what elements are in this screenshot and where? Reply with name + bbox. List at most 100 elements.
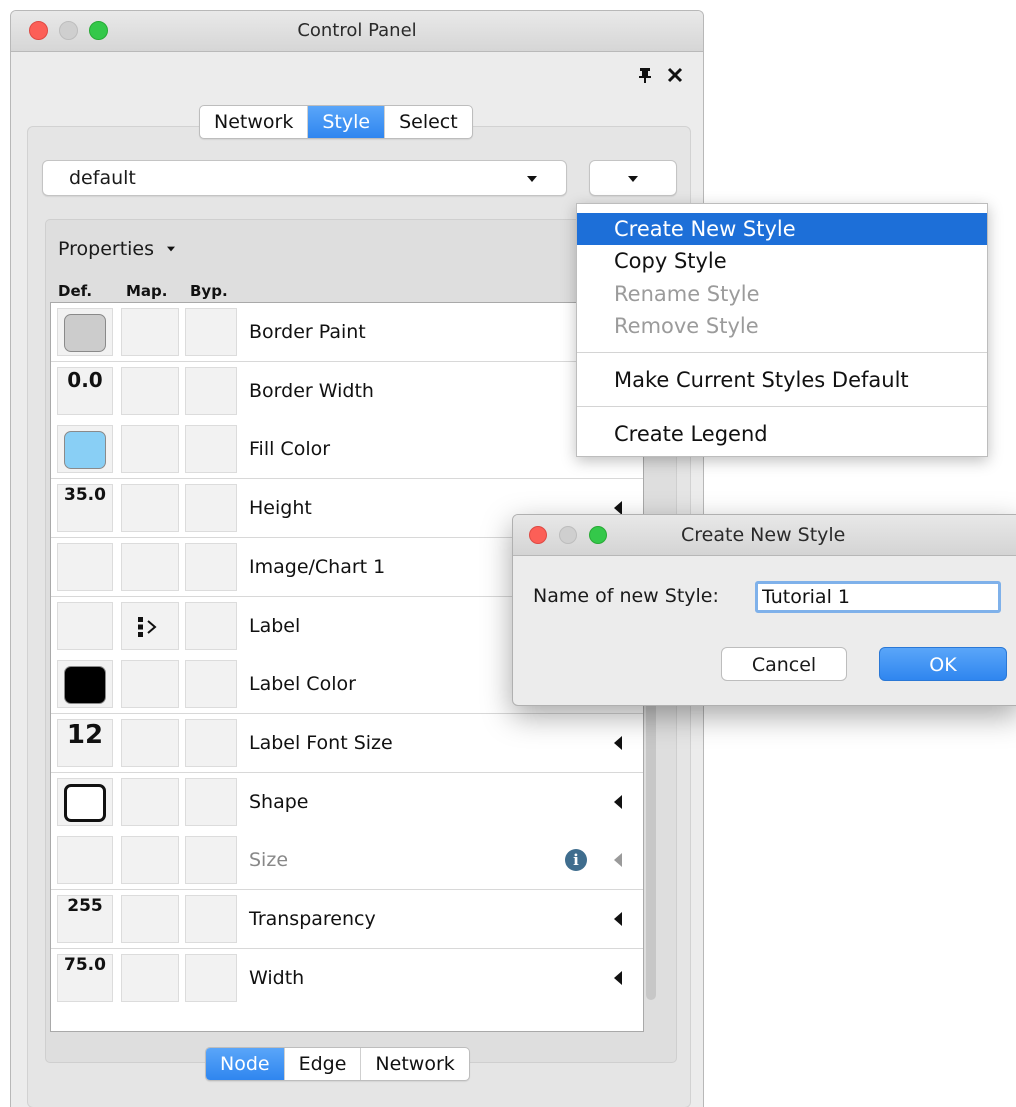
- tab-select[interactable]: Select: [385, 106, 472, 138]
- bypass-cell[interactable]: [185, 542, 237, 591]
- bypass-cell[interactable]: [185, 484, 237, 533]
- bypass-cell[interactable]: [185, 895, 237, 943]
- triangle-left-icon[interactable]: [614, 970, 622, 985]
- menu-item-create-new-style[interactable]: Create New Style: [577, 213, 987, 245]
- bypass-cell[interactable]: [185, 718, 237, 767]
- property-name: Size: [249, 849, 289, 872]
- property-name: Border Paint: [249, 321, 366, 343]
- default-value-cell[interactable]: [57, 777, 113, 826]
- bypass-cell[interactable]: [185, 308, 237, 356]
- triangle-left-icon[interactable]: [614, 912, 622, 926]
- mapping-cell[interactable]: [121, 953, 179, 1002]
- property-row[interactable]: Shape: [51, 772, 643, 832]
- style-name-input[interactable]: [755, 581, 1001, 613]
- default-value-cell[interactable]: 0.0: [57, 366, 113, 415]
- bypass-cell[interactable]: [185, 953, 237, 1002]
- mapping-cell[interactable]: [121, 366, 179, 415]
- ok-button[interactable]: OK: [879, 647, 1007, 681]
- property-row[interactable]: Border Paint: [51, 303, 643, 362]
- color-swatch: [64, 314, 106, 352]
- property-row[interactable]: Size i: [51, 831, 643, 891]
- dialog-title-bar[interactable]: Create New Style: [513, 515, 1016, 556]
- tab-network-bottom[interactable]: Network: [361, 1048, 468, 1080]
- pin-icon[interactable]: [635, 65, 655, 85]
- default-value-cell[interactable]: [57, 836, 113, 885]
- passthrough-mapping-icon: [136, 616, 166, 638]
- mapping-cell[interactable]: [121, 777, 179, 826]
- default-value-cell[interactable]: 255: [57, 895, 113, 943]
- mapping-cell[interactable]: [121, 895, 179, 943]
- default-value-cell[interactable]: 75.0: [57, 953, 113, 1002]
- bottom-tab-bar: Node Edge Network: [205, 1047, 470, 1081]
- default-value-cell[interactable]: [57, 308, 113, 356]
- property-row[interactable]: 12 Label Font Size: [51, 713, 643, 773]
- mapping-cell[interactable]: [121, 718, 179, 767]
- bypass-cell[interactable]: [185, 777, 237, 826]
- menu-item-remove-style[interactable]: Remove Style: [577, 310, 987, 342]
- style-selector-value: default: [69, 167, 136, 189]
- menu-item-make-default[interactable]: Make Current Styles Default: [577, 364, 987, 396]
- default-value-cell[interactable]: [57, 425, 113, 474]
- default-value: 0.0: [67, 367, 103, 392]
- default-value: 35.0: [64, 485, 106, 506]
- dialog-zoom-button[interactable]: [589, 526, 607, 544]
- close-icon[interactable]: [665, 65, 685, 85]
- menu-separator: [577, 406, 987, 407]
- menu-separator: [577, 352, 987, 353]
- triangle-left-icon[interactable]: [614, 853, 622, 868]
- color-swatch: [64, 666, 106, 705]
- property-name: Height: [249, 497, 312, 520]
- bypass-cell[interactable]: [185, 425, 237, 474]
- default-value: 255: [67, 896, 103, 916]
- column-header-def: Def.: [58, 282, 93, 300]
- bypass-cell[interactable]: [185, 366, 237, 415]
- triangle-left-icon[interactable]: [614, 501, 622, 516]
- default-value-cell[interactable]: [57, 542, 113, 591]
- menu-item-copy-style[interactable]: Copy Style: [577, 245, 987, 277]
- info-icon[interactable]: i: [565, 849, 587, 872]
- mapping-cell[interactable]: [121, 484, 179, 533]
- title-bar[interactable]: Control Panel: [11, 11, 703, 52]
- chevron-down-icon: [628, 176, 638, 182]
- style-options-button[interactable]: [589, 160, 677, 196]
- default-value-cell[interactable]: [57, 660, 113, 709]
- property-name: Fill Color: [249, 438, 331, 461]
- dialog-close-button[interactable]: [529, 526, 547, 544]
- bypass-cell[interactable]: [185, 660, 237, 709]
- menu-item-create-legend[interactable]: Create Legend: [577, 418, 987, 450]
- menu-item-rename-style[interactable]: Rename Style: [577, 278, 987, 310]
- mapping-cell[interactable]: [121, 836, 179, 885]
- default-value-cell[interactable]: 35.0: [57, 484, 113, 533]
- style-selector[interactable]: default: [42, 160, 567, 196]
- default-value: 12: [66, 719, 104, 750]
- tab-style[interactable]: Style: [308, 106, 386, 138]
- property-row[interactable]: [51, 1007, 643, 1031]
- default-value-cell[interactable]: [57, 601, 113, 650]
- triangle-left-icon[interactable]: [614, 794, 622, 809]
- mapping-cell[interactable]: [121, 425, 179, 474]
- cancel-button[interactable]: Cancel: [721, 647, 847, 681]
- bypass-cell[interactable]: [185, 601, 237, 650]
- mapping-cell[interactable]: [121, 660, 179, 709]
- property-row[interactable]: 75.0 Width: [51, 948, 643, 1008]
- triangle-left-icon[interactable]: [614, 735, 622, 750]
- mapping-cell[interactable]: [121, 542, 179, 591]
- property-name: Border Width: [249, 379, 374, 402]
- rounded-rectangle-shape-icon: [64, 783, 106, 822]
- properties-header[interactable]: Properties: [58, 238, 176, 260]
- property-name: Transparency: [249, 908, 376, 930]
- property-name: Shape: [249, 790, 309, 813]
- property-name: Label Font Size: [249, 731, 393, 754]
- tab-node[interactable]: Node: [206, 1048, 285, 1080]
- bypass-cell[interactable]: [185, 836, 237, 885]
- property-row[interactable]: Fill Color: [51, 420, 643, 480]
- mapping-cell[interactable]: [121, 308, 179, 356]
- property-row[interactable]: 255 Transparency: [51, 890, 643, 949]
- tab-network[interactable]: Network: [200, 106, 309, 138]
- mapping-cell[interactable]: [121, 601, 179, 650]
- dialog-minimize-button[interactable]: [559, 526, 577, 544]
- property-row[interactable]: 0.0 Border Width: [51, 361, 643, 421]
- tab-edge[interactable]: Edge: [285, 1048, 362, 1080]
- property-name: Label Color: [249, 673, 356, 696]
- default-value-cell[interactable]: 12: [57, 718, 113, 767]
